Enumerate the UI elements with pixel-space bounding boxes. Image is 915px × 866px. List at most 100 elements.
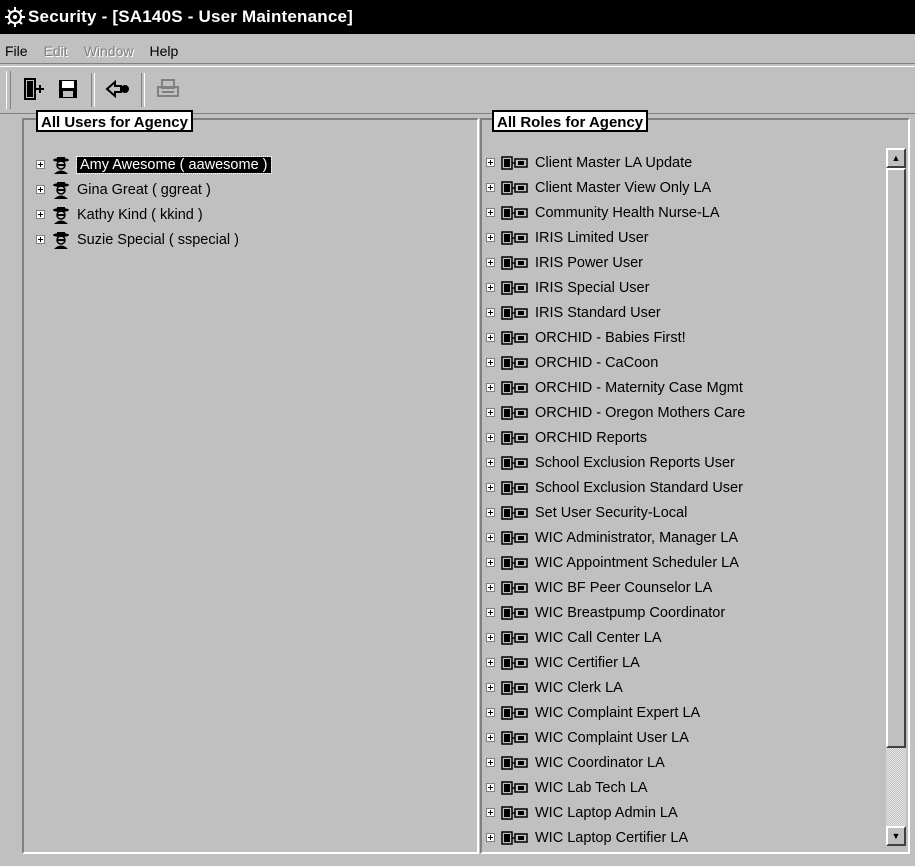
role-node[interactable]: ORCHID - Maternity Case Mgmt: [486, 375, 874, 400]
expand-icon[interactable]: [486, 208, 495, 217]
role-badge-icon: [501, 205, 529, 220]
role-node[interactable]: ORCHID Reports: [486, 425, 874, 450]
expand-icon[interactable]: [486, 433, 495, 442]
expand-icon[interactable]: [486, 783, 495, 792]
expand-icon[interactable]: [36, 235, 45, 244]
expand-icon[interactable]: [486, 308, 495, 317]
expand-icon[interactable]: [486, 508, 495, 517]
role-node[interactable]: WIC Appointment Scheduler LA: [486, 550, 874, 575]
role-node[interactable]: Client Master LA Update: [486, 150, 874, 175]
role-badge-icon: [501, 330, 529, 345]
role-node[interactable]: IRIS Limited User: [486, 225, 874, 250]
expand-icon[interactable]: [486, 358, 495, 367]
expand-icon[interactable]: [486, 808, 495, 817]
role-label: WIC Certifier LA: [535, 654, 640, 671]
roles-scrollbar[interactable]: ▲ ▼: [886, 148, 906, 846]
back-button[interactable]: [103, 73, 133, 107]
user-node[interactable]: Suzie Special ( sspecial ): [36, 227, 443, 252]
scroll-up-button[interactable]: ▲: [886, 148, 906, 168]
menu-help[interactable]: Help: [148, 41, 179, 61]
role-node[interactable]: Community Health Nurse-LA: [486, 200, 874, 225]
expand-icon[interactable]: [486, 258, 495, 267]
expand-icon[interactable]: [486, 633, 495, 642]
expand-icon[interactable]: [486, 283, 495, 292]
role-node[interactable]: WIC Laptop Admin LA: [486, 800, 874, 825]
user-node[interactable]: Gina Great ( ggreat ): [36, 177, 443, 202]
expand-icon[interactable]: [36, 160, 45, 169]
save-button[interactable]: [53, 73, 83, 107]
toolbar-grip[interactable]: [6, 71, 11, 109]
expand-icon[interactable]: [486, 458, 495, 467]
expand-icon[interactable]: [36, 185, 45, 194]
role-label: IRIS Limited User: [535, 229, 649, 246]
menu-window[interactable]: Window: [83, 41, 135, 61]
users-panel-title: All Users for Agency: [36, 110, 193, 132]
role-badge-icon: [501, 355, 529, 370]
user-label: Amy Awesome ( aawesome ): [76, 155, 272, 174]
role-node[interactable]: ORCHID - Babies First!: [486, 325, 874, 350]
user-node[interactable]: Kathy Kind ( kkind ): [36, 202, 443, 227]
user-node[interactable]: Amy Awesome ( aawesome ): [36, 152, 443, 177]
security-app-icon: [4, 6, 26, 28]
expand-icon[interactable]: [486, 408, 495, 417]
role-node[interactable]: School Exclusion Reports User: [486, 450, 874, 475]
role-node[interactable]: IRIS Power User: [486, 250, 874, 275]
menu-file[interactable]: File: [4, 41, 29, 61]
print-button[interactable]: [153, 73, 183, 107]
expand-icon[interactable]: [486, 583, 495, 592]
expand-icon[interactable]: [486, 183, 495, 192]
role-node[interactable]: School Exclusion Standard User: [486, 475, 874, 500]
role-node[interactable]: WIC Lab Tech LA: [486, 775, 874, 800]
role-badge-icon: [501, 580, 529, 595]
expand-icon[interactable]: [486, 558, 495, 567]
scroll-thumb[interactable]: [886, 168, 906, 748]
role-badge-icon: [501, 405, 529, 420]
expand-icon[interactable]: [486, 608, 495, 617]
role-node[interactable]: IRIS Special User: [486, 275, 874, 300]
role-node[interactable]: WIC Laptop Certifier LA: [486, 825, 874, 850]
expand-icon[interactable]: [486, 233, 495, 242]
exit-button[interactable]: [19, 73, 49, 107]
role-label: ORCHID Reports: [535, 429, 647, 446]
role-node[interactable]: IRIS Standard User: [486, 300, 874, 325]
role-node[interactable]: WIC Coordinator LA: [486, 750, 874, 775]
expand-icon[interactable]: [486, 658, 495, 667]
role-node[interactable]: WIC Clerk LA: [486, 675, 874, 700]
role-node[interactable]: ORCHID - Oregon Mothers Care: [486, 400, 874, 425]
user-spy-icon: [51, 181, 71, 199]
role-node[interactable]: WIC Certifier LA: [486, 650, 874, 675]
expand-icon[interactable]: [486, 483, 495, 492]
role-node[interactable]: Set User Security-Local: [486, 500, 874, 525]
role-node[interactable]: WIC BF Peer Counselor LA: [486, 575, 874, 600]
window-title: Security - [SA140S - User Maintenance]: [28, 7, 354, 26]
expand-icon[interactable]: [486, 733, 495, 742]
role-badge-icon: [501, 255, 529, 270]
expand-icon[interactable]: [36, 210, 45, 219]
role-badge-icon: [501, 730, 529, 745]
role-node[interactable]: WIC Administrator, Manager LA: [486, 525, 874, 550]
role-node[interactable]: WIC Call Center LA: [486, 625, 874, 650]
role-node[interactable]: WIC Complaint Expert LA: [486, 700, 874, 725]
expand-icon[interactable]: [486, 383, 495, 392]
role-node[interactable]: WIC Complaint User LA: [486, 725, 874, 750]
save-floppy-icon: [56, 77, 80, 104]
expand-icon[interactable]: [486, 758, 495, 767]
role-node[interactable]: Client Master View Only LA: [486, 175, 874, 200]
role-badge-icon: [501, 830, 529, 845]
menu-edit[interactable]: Edit: [43, 41, 69, 61]
role-node[interactable]: WIC Breastpump Coordinator: [486, 600, 874, 625]
role-node[interactable]: ORCHID - CaCoon: [486, 350, 874, 375]
role-label: WIC Laptop Admin LA: [535, 804, 678, 821]
expand-icon[interactable]: [486, 683, 495, 692]
expand-icon[interactable]: [486, 833, 495, 842]
user-label: Kathy Kind ( kkind ): [77, 206, 203, 223]
expand-icon[interactable]: [486, 158, 495, 167]
expand-icon[interactable]: [486, 533, 495, 542]
scroll-down-button[interactable]: ▼: [886, 826, 906, 846]
expand-icon[interactable]: [486, 708, 495, 717]
role-badge-icon: [501, 605, 529, 620]
role-badge-icon: [501, 480, 529, 495]
role-label: Community Health Nurse-LA: [535, 204, 720, 221]
expand-icon[interactable]: [486, 333, 495, 342]
roles-panel: All Roles for Agency Client Master LA Up…: [480, 110, 910, 854]
